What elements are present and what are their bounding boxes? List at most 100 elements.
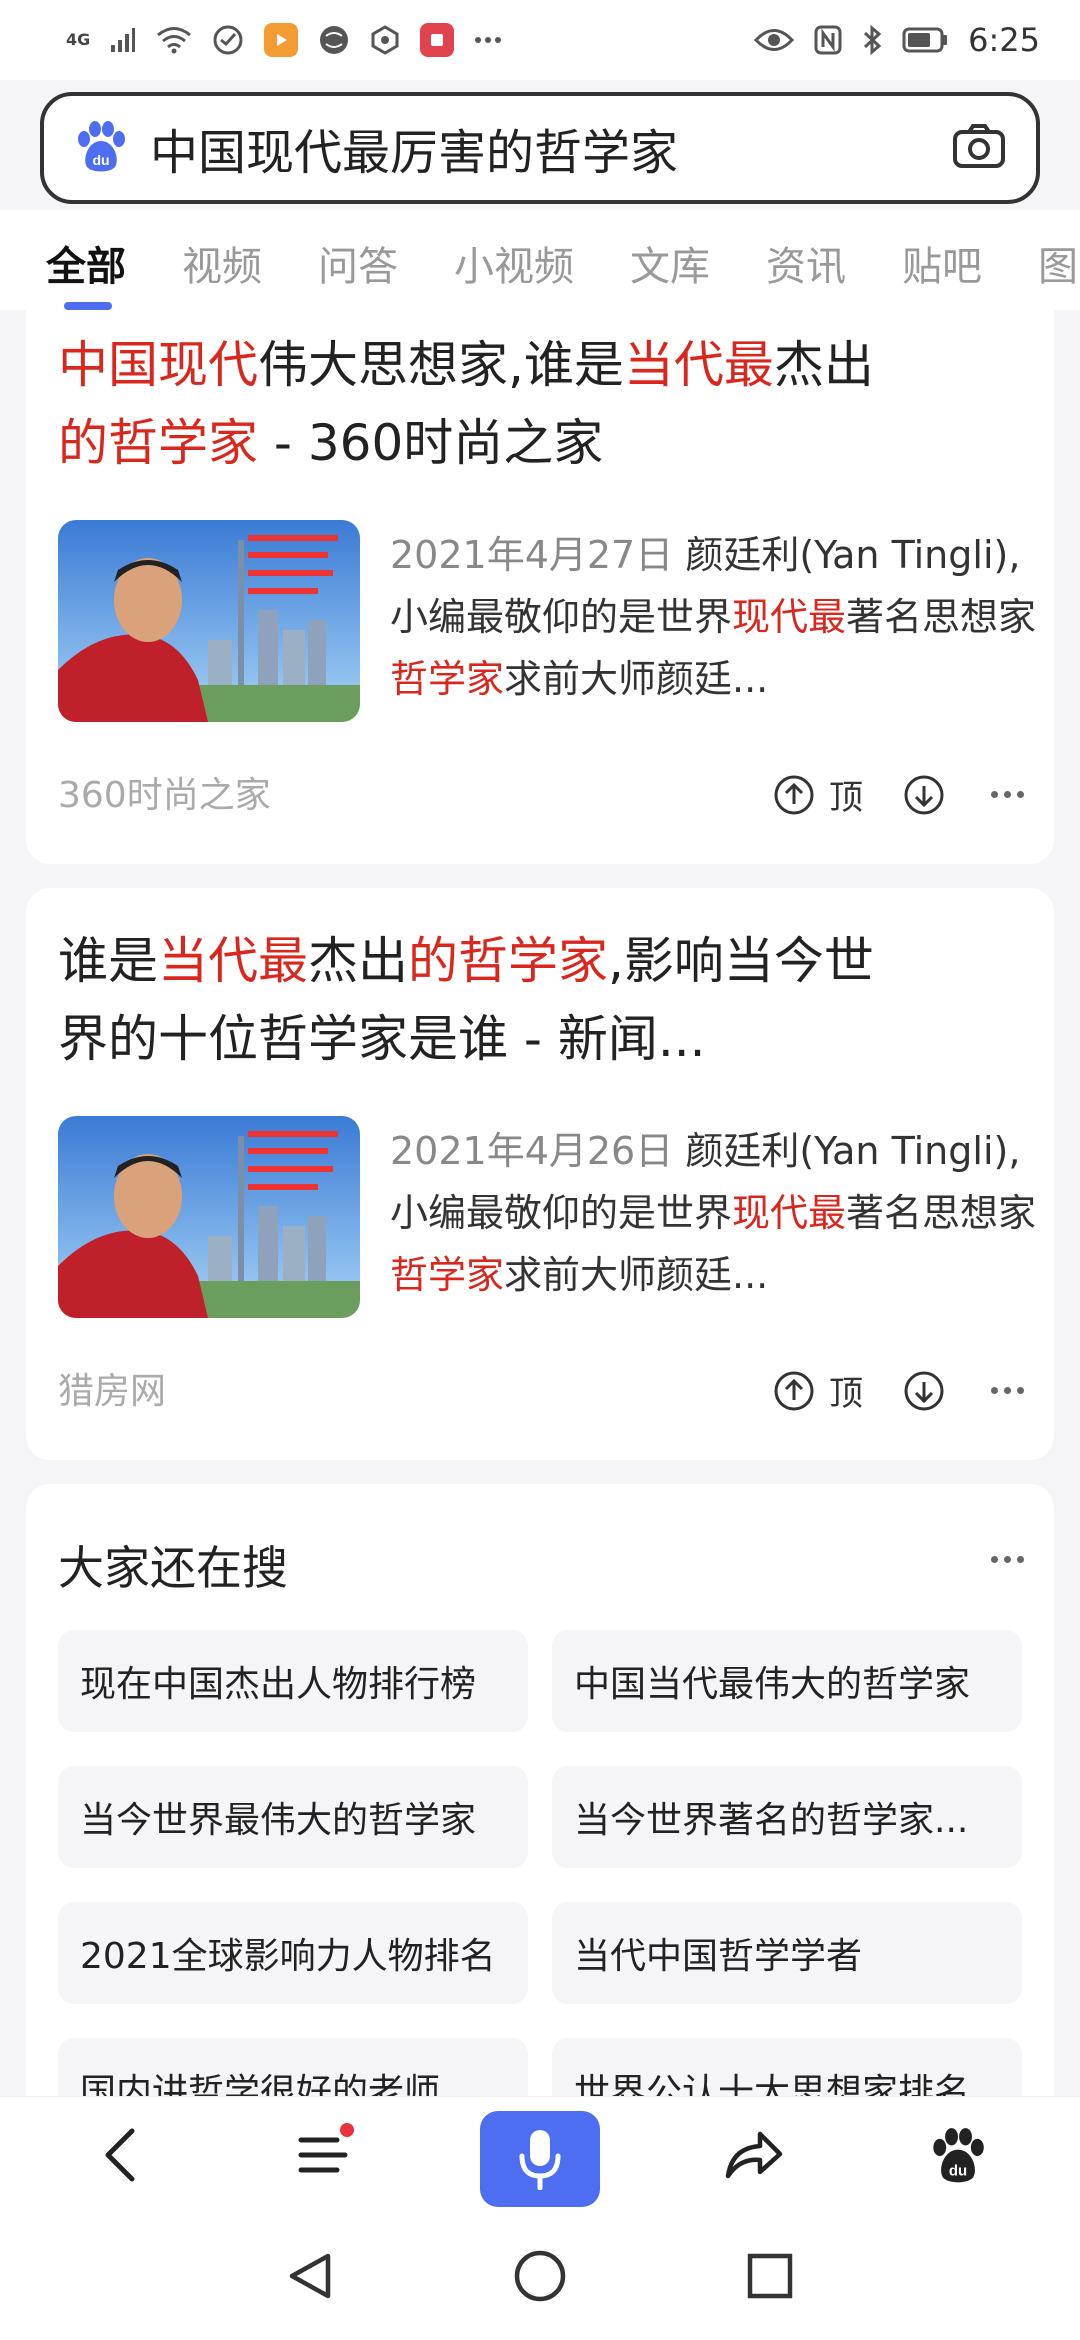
eye-comfort-icon (754, 27, 795, 53)
menu-icon (298, 2137, 348, 2173)
result-card[interactable]: 中国现代伟大思想家,谁是当代最杰出 的哲学家 - 360时尚之家 2021年4月… (26, 310, 1054, 864)
status-time: 6:25 (968, 21, 1040, 59)
more-notifications-icon (474, 36, 502, 44)
bluetooth-icon (862, 24, 882, 56)
tab-short-video[interactable]: 小视频 (454, 210, 574, 292)
related-search-item[interactable]: 中国当代最伟大的哲学家 (552, 1630, 1022, 1732)
title-highlight: 的哲学家 (58, 414, 258, 472)
title-text: 杰出 (308, 932, 408, 990)
upvote-button[interactable]: 顶 (773, 770, 863, 819)
related-search-item[interactable]: 当今世界最伟大的哲学家 (58, 1766, 528, 1868)
status-bar: 4G 6:25 (0, 0, 1080, 80)
vpn-icon (212, 24, 244, 56)
red-app-icon (420, 23, 455, 57)
tab-images[interactable]: 图 (1038, 210, 1078, 292)
related-search-item[interactable]: 现在中国杰出人物排行榜 (58, 1630, 528, 1732)
result-card[interactable]: 谁是当代最杰出的哲学家,影响当今世 界的十位哲学家是谁 - 新闻... 2021… (26, 888, 1054, 1460)
notification-dot (340, 2123, 354, 2137)
result-actions: 顶 (733, 770, 1024, 819)
result-actions: 顶 (733, 1366, 1024, 1415)
more-options-icon[interactable] (991, 1387, 1024, 1394)
upvote-button[interactable]: 顶 (773, 1366, 863, 1415)
system-back-button[interactable] (278, 2244, 342, 2308)
status-right-icons: 6:25 (754, 21, 1040, 59)
browser-app-icon (318, 24, 350, 56)
arrow-up-circle-icon (774, 775, 814, 814)
battery-icon (902, 27, 948, 53)
status-left-icons: 4G (66, 23, 502, 57)
baidu-paw-icon: du (933, 2128, 984, 2183)
voice-search-button[interactable] (480, 2111, 600, 2207)
more-options-icon[interactable] (991, 791, 1024, 798)
signal-icon (110, 27, 136, 53)
result-source[interactable]: 猎房网 (58, 1362, 166, 1414)
tab-tieba[interactable]: 贴吧 (902, 210, 982, 292)
title-text: 伟大思想家,谁是 (258, 336, 624, 394)
share-icon (725, 2131, 783, 2179)
circle-home-icon (514, 2250, 566, 2302)
result-snippet: 2021年4月26日 颜廷利(Yan Tingli),小编最敬仰的是世界现代最著… (390, 1129, 1037, 1297)
camera-icon[interactable] (952, 123, 1006, 173)
bottom-toolbar: du (0, 2096, 1080, 2212)
svg-text:du: du (949, 2162, 967, 2179)
search-tabs: 全部 视频 问答 小视频 文库 资讯 贴吧 图 (0, 210, 1080, 310)
svg-text:du: du (92, 152, 109, 168)
hexagon-app-icon (370, 25, 400, 55)
tab-all[interactable]: 全部 (46, 210, 126, 310)
title-highlight: 中国现代 (58, 336, 258, 394)
search-input[interactable]: 中国现代最厉害的哲学家 (150, 113, 952, 183)
title-highlight: 当代最 (158, 932, 308, 990)
menu-button[interactable] (282, 2113, 366, 2197)
title-text: 界的十位哲学家是谁 - 新闻... (58, 1010, 706, 1068)
title-line: 的哲学家 - 360时尚之家 (58, 404, 1018, 482)
related-more-icon[interactable] (991, 1556, 1024, 1563)
related-searches: 大家还在搜 现在中国杰出人物排行榜 中国当代最伟大的哲学家 当今世界最伟大的哲学… (26, 1484, 1054, 2124)
search-box[interactable]: du 中国现代最厉害的哲学家 (40, 92, 1040, 204)
title-text: ,影响当今世 (608, 932, 874, 990)
related-search-item[interactable]: 2021全球影响力人物排名 (58, 1902, 528, 2004)
upvote-label: 顶 (829, 778, 863, 818)
arrow-up-circle-icon (774, 1371, 814, 1410)
video-app-icon (264, 23, 299, 57)
result-thumbnail[interactable] (58, 520, 360, 722)
result-title[interactable]: 中国现代伟大思想家,谁是当代最杰出 的哲学家 - 360时尚之家 (58, 326, 1018, 482)
title-line: 界的十位哲学家是谁 - 新闻... (58, 1000, 1018, 1078)
triangle-back-icon (289, 2253, 331, 2299)
tab-news[interactable]: 资讯 (766, 210, 846, 292)
system-navigation-bar (0, 2212, 1080, 2340)
related-search-item[interactable]: 当代中国哲学学者 (552, 1902, 1022, 2004)
title-line: 谁是当代最杰出的哲学家,影响当今世 (58, 922, 1018, 1000)
title-highlight: 的哲学家 (408, 932, 608, 990)
result-thumbnail[interactable] (58, 1116, 360, 1318)
title-text: 杰出 (773, 336, 874, 394)
share-button[interactable] (712, 2113, 796, 2197)
result-snippet: 2021年4月27日 颜廷利(Yan Tingli),小编最敬仰的是世界现代最著… (390, 533, 1037, 701)
arrow-down-circle-icon (904, 1371, 944, 1410)
tab-video[interactable]: 视频 (182, 210, 262, 292)
related-search-item[interactable]: 当今世界著名的哲学家... (552, 1766, 1022, 1868)
upvote-label: 顶 (829, 1374, 863, 1414)
result-source[interactable]: 360时尚之家 (58, 766, 271, 818)
system-home-button[interactable] (508, 2244, 572, 2308)
related-searches-title: 大家还在搜 (58, 1541, 288, 1595)
network-type: 4G (66, 30, 91, 49)
baidu-home-button[interactable]: du (916, 2113, 1000, 2197)
tab-qa[interactable]: 问答 (318, 210, 398, 292)
title-text: - 360时尚之家 (258, 414, 604, 472)
downvote-button[interactable] (903, 774, 945, 816)
system-recents-button[interactable] (738, 2244, 802, 2308)
wifi-icon (156, 26, 192, 54)
square-recents-icon (747, 2253, 793, 2299)
microphone-icon (519, 2130, 561, 2190)
nfc-icon (814, 25, 842, 55)
downvote-button[interactable] (903, 1370, 945, 1412)
title-text: 谁是 (58, 932, 158, 990)
arrow-down-circle-icon (904, 775, 944, 814)
tab-wenku[interactable]: 文库 (630, 210, 710, 292)
title-line: 中国现代伟大思想家,谁是当代最杰出 (58, 326, 1018, 404)
chevron-left-icon (105, 2128, 135, 2182)
result-title[interactable]: 谁是当代最杰出的哲学家,影响当今世 界的十位哲学家是谁 - 新闻... (58, 922, 1018, 1078)
back-button[interactable] (78, 2113, 162, 2197)
title-highlight: 当代最 (623, 336, 774, 394)
baidu-logo-icon: du (74, 119, 128, 177)
